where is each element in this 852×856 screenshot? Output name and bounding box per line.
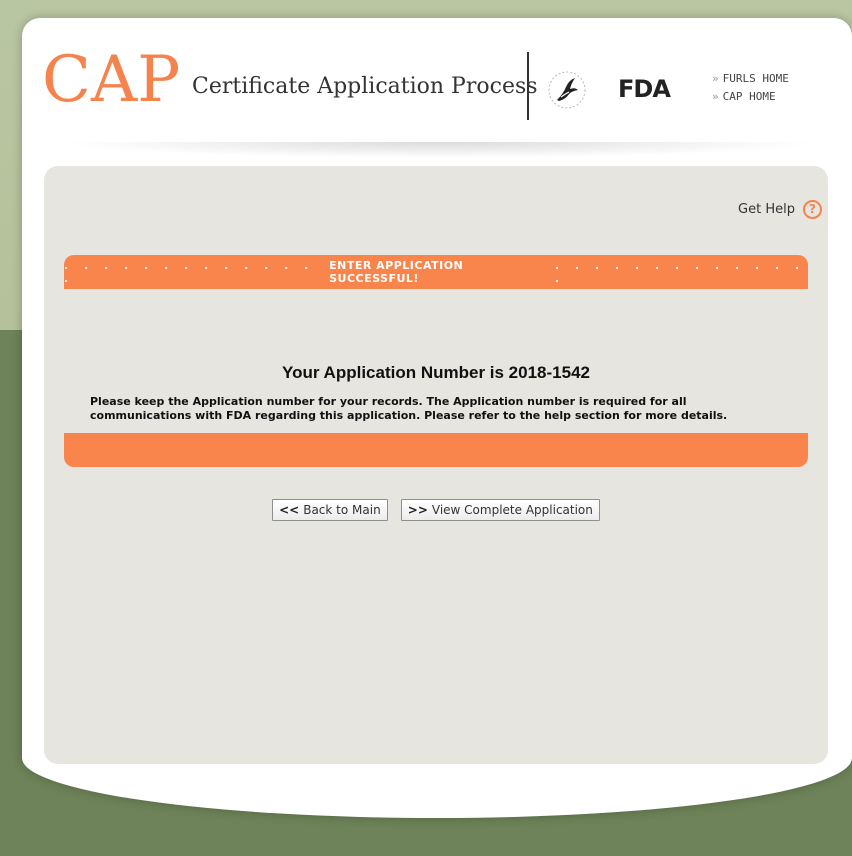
chevron-double-left-icon: << (279, 503, 300, 517)
banner-dots-left: . . . . . . . . . . . . . . (64, 259, 315, 285)
fda-logo: FDA (618, 75, 671, 103)
site-header: CAP Certificate Application Process FDA … (22, 18, 852, 158)
get-help-link[interactable]: Get Help ? (738, 200, 822, 219)
banner-title: ENTER APPLICATION SUCCESSFUL! (329, 259, 464, 285)
view-complete-application-label: View Complete Application (431, 503, 593, 517)
chevron-right-icon: » (712, 90, 719, 103)
header-links: » FURLS HOME » CAP HOME (712, 72, 789, 108)
application-number-heading: Your Application Number is 2018-1542 (282, 363, 590, 382)
hhs-eagle-icon (548, 71, 586, 109)
cap-logo[interactable]: CAP (42, 48, 180, 112)
application-note: Please keep the Application number for y… (90, 395, 728, 422)
success-banner: . . . . . . . . . . . . . . ENTER APPLIC… (64, 255, 808, 289)
cap-home-link[interactable]: » CAP HOME (712, 90, 789, 108)
get-help-label: Get Help (738, 202, 795, 217)
banner-bottom-bar (64, 433, 808, 467)
site-title: Certificate Application Process (192, 74, 538, 99)
chevron-double-right-icon: >> (407, 503, 428, 517)
help-question-icon: ? (803, 200, 822, 219)
back-to-main-button[interactable]: << Back to Main (272, 499, 388, 521)
header-divider (527, 52, 529, 120)
result-content: Your Application Number is 2018-1542 Ple… (64, 289, 808, 433)
action-buttons: << Back to Main >> View Complete Applicati… (44, 499, 828, 521)
back-to-main-label: Back to Main (303, 503, 381, 517)
header-shadow (60, 142, 820, 158)
chevron-right-icon: » (712, 72, 719, 85)
main-panel: Get Help ? . . . . . . . . . . . . . . E… (44, 166, 828, 764)
banner-dots-right: . . . . . . . . . . . . . . (554, 259, 806, 285)
view-complete-application-button[interactable]: >> View Complete Application (400, 499, 600, 521)
furls-home-link[interactable]: » FURLS HOME (712, 72, 789, 90)
